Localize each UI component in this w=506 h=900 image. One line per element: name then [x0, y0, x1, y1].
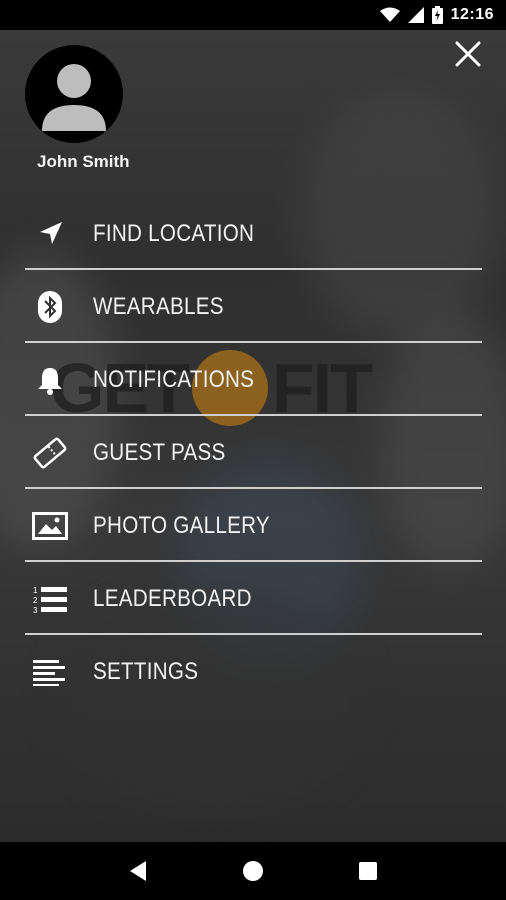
menu-item-label: NOTIFICATIONS: [93, 365, 255, 393]
menu-item-label: GUEST PASS: [93, 438, 226, 466]
menu-item-label: SETTINGS: [93, 657, 199, 685]
ticket-icon: [30, 433, 70, 473]
close-icon: [455, 41, 481, 67]
menu-item-leaderboard[interactable]: 123 LEADERBOARD: [0, 562, 506, 635]
person-icon: [42, 64, 106, 131]
menu-item-label: FIND LOCATION: [93, 219, 255, 247]
cell-signal-icon: [407, 7, 424, 23]
home-icon: [242, 861, 263, 881]
back-icon: [129, 861, 146, 881]
drawer-menu: FIND LOCATION WEARABLES NOTIFICATIONS GU…: [0, 197, 506, 708]
menu-item-notifications[interactable]: NOTIFICATIONS: [0, 343, 506, 416]
avatar[interactable]: [25, 45, 123, 143]
wifi-icon: [379, 7, 400, 23]
home-button[interactable]: [233, 851, 273, 891]
menu-item-photo-gallery[interactable]: PHOTO GALLERY: [0, 489, 506, 562]
battery-icon: [431, 6, 443, 24]
status-bar: 12:16: [0, 0, 506, 30]
status-time: 12:16: [450, 6, 494, 23]
navigation-drawer: GET FIT John Smith FIND LOCATION WEARABL…: [0, 30, 506, 842]
menu-item-wearables[interactable]: WEARABLES: [0, 270, 506, 343]
svg-text:2: 2: [33, 596, 38, 605]
menu-item-label: PHOTO GALLERY: [93, 511, 270, 539]
navigation-arrow-icon: [30, 214, 70, 254]
align-left-icon: [30, 652, 70, 692]
svg-text:3: 3: [33, 606, 38, 614]
image-icon: [30, 506, 70, 546]
back-button[interactable]: [118, 851, 158, 891]
recents-icon: [359, 862, 378, 880]
user-name: John Smith: [37, 152, 130, 171]
menu-item-find-location[interactable]: FIND LOCATION: [0, 197, 506, 270]
menu-item-guest-pass[interactable]: GUEST PASS: [0, 416, 506, 489]
close-button[interactable]: [452, 38, 484, 70]
menu-item-label: WEARABLES: [93, 292, 224, 320]
numbered-list-icon: 123: [30, 579, 70, 619]
bell-icon: [30, 360, 70, 400]
svg-text:1: 1: [33, 586, 38, 595]
menu-item-label: LEADERBOARD: [93, 584, 252, 612]
bluetooth-icon: [30, 287, 70, 327]
recents-button[interactable]: [348, 851, 388, 891]
menu-item-settings[interactable]: SETTINGS: [0, 635, 506, 708]
system-nav-bar: [0, 842, 506, 900]
